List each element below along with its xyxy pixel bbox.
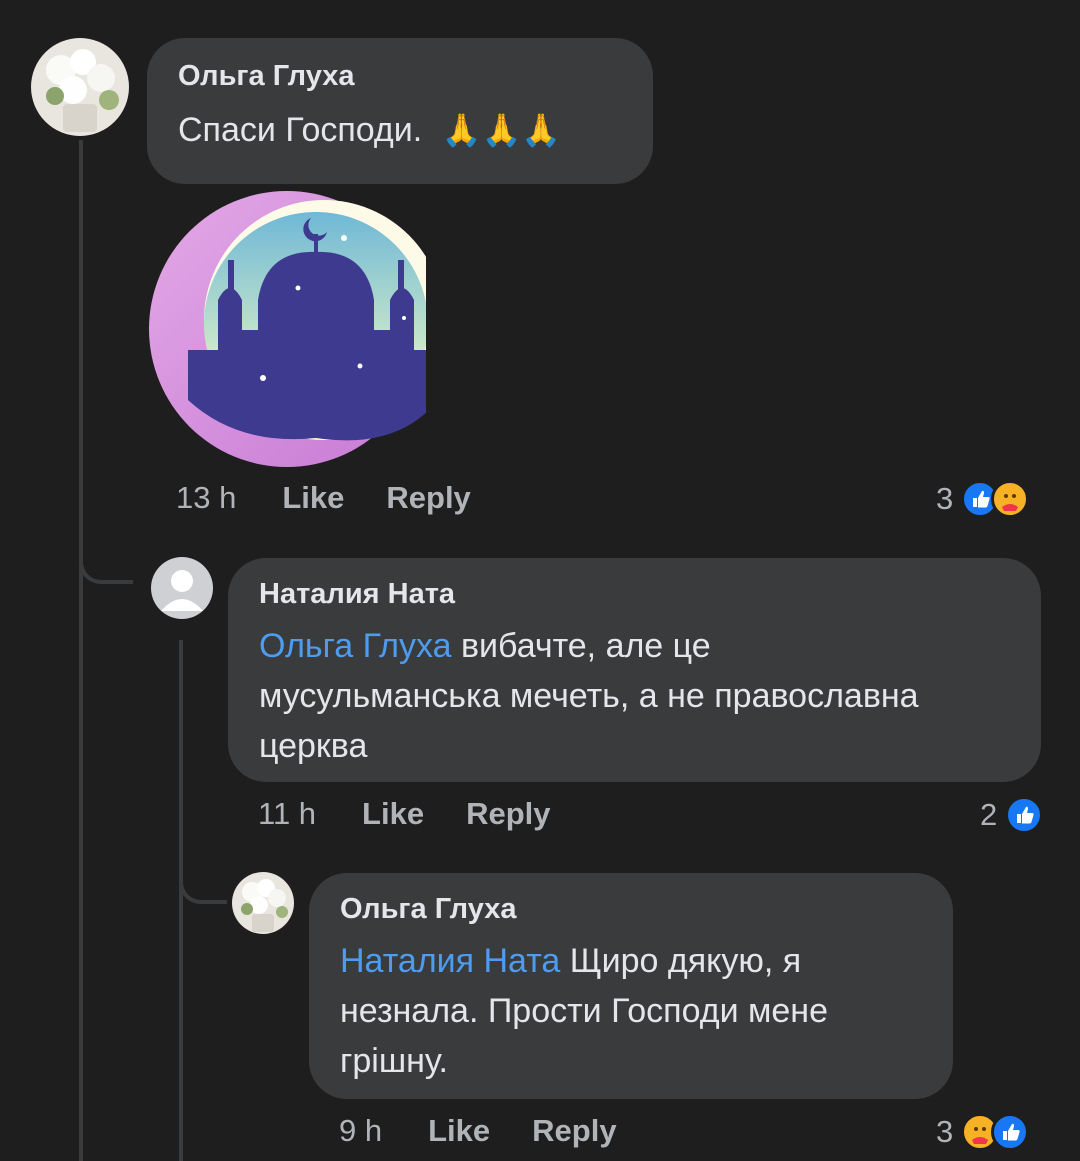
- like-button[interactable]: Like: [362, 796, 424, 832]
- comment-thread: Ольга Глуха Спаси Господи. 🙏🙏🙏 13 h Like…: [0, 0, 1080, 1161]
- comment-text-line: незнала. Прости Господи мене: [340, 992, 828, 1030]
- thread-line-reply: [179, 640, 183, 1161]
- comment-text-line: грішну.: [340, 1042, 448, 1080]
- thread-connector-reply-1: [79, 540, 133, 584]
- reply-button[interactable]: Reply: [386, 480, 470, 516]
- reaction-summary[interactable]: 2: [980, 796, 1044, 834]
- avatar[interactable]: [31, 38, 129, 136]
- reply-button[interactable]: Reply: [466, 796, 550, 832]
- comment-bubble: Наталия Ната Ольга Глуха вибачте, але це…: [228, 558, 1041, 782]
- comment-author[interactable]: Ольга Глуха: [340, 893, 953, 926]
- like-button[interactable]: Like: [282, 480, 344, 516]
- avatar[interactable]: [232, 872, 294, 934]
- mosque-crescent-sticker[interactable]: [148, 190, 426, 468]
- comment-text: Наталия Ната Щиро дякую, я: [340, 936, 953, 986]
- comment-timestamp[interactable]: 11 h: [258, 796, 316, 832]
- mention-link[interactable]: Наталия Ната: [340, 942, 560, 980]
- like-icon: [1005, 796, 1044, 834]
- reaction-count: 3: [936, 481, 954, 516]
- thread-line-main: [79, 140, 83, 1161]
- like-icon: [991, 1113, 1030, 1151]
- reaction-summary[interactable]: 3: [936, 1113, 1030, 1151]
- mention-link[interactable]: Ольга Глуха: [259, 627, 452, 665]
- comment-text-line: церква: [259, 727, 368, 765]
- reaction-count: 3: [936, 1114, 954, 1149]
- thread-connector-reply-2: [179, 860, 227, 904]
- reaction-summary[interactable]: 3: [936, 480, 1030, 518]
- like-button[interactable]: Like: [428, 1113, 490, 1149]
- comment-meta: 9 h Like Reply: [339, 1113, 659, 1149]
- comment-bubble: Ольга Глуха Спаси Господи. 🙏🙏🙏: [147, 38, 653, 184]
- comment-timestamp[interactable]: 13 h: [176, 480, 236, 516]
- comment-meta: 11 h Like Reply: [258, 796, 593, 832]
- comment-text: Ольга Глуха вибачте, але це: [259, 621, 1041, 671]
- comment-author[interactable]: Ольга Глуха: [178, 60, 653, 93]
- comment-text-line: мусульманська мечеть, а не православна: [259, 677, 919, 715]
- praying-hands-emoji: 🙏🙏🙏: [441, 112, 562, 148]
- comment-meta: 13 h Like Reply: [176, 480, 513, 516]
- comment-timestamp[interactable]: 9 h: [339, 1113, 382, 1149]
- care-icon: [991, 480, 1030, 518]
- comment-text-body: Спаси Господи.: [178, 111, 423, 149]
- avatar-default[interactable]: [151, 557, 213, 619]
- reaction-count: 2: [980, 797, 998, 832]
- reply-button[interactable]: Reply: [532, 1113, 616, 1149]
- comment-author[interactable]: Наталия Ната: [259, 578, 1041, 611]
- comment-text-line: Щиро дякую, я: [560, 942, 802, 980]
- comment-bubble: Ольга Глуха Наталия Ната Щиро дякую, я н…: [309, 873, 953, 1099]
- comment-text: Спаси Господи. 🙏🙏🙏: [178, 105, 653, 155]
- comment-text-line: вибачте, але це: [451, 627, 711, 665]
